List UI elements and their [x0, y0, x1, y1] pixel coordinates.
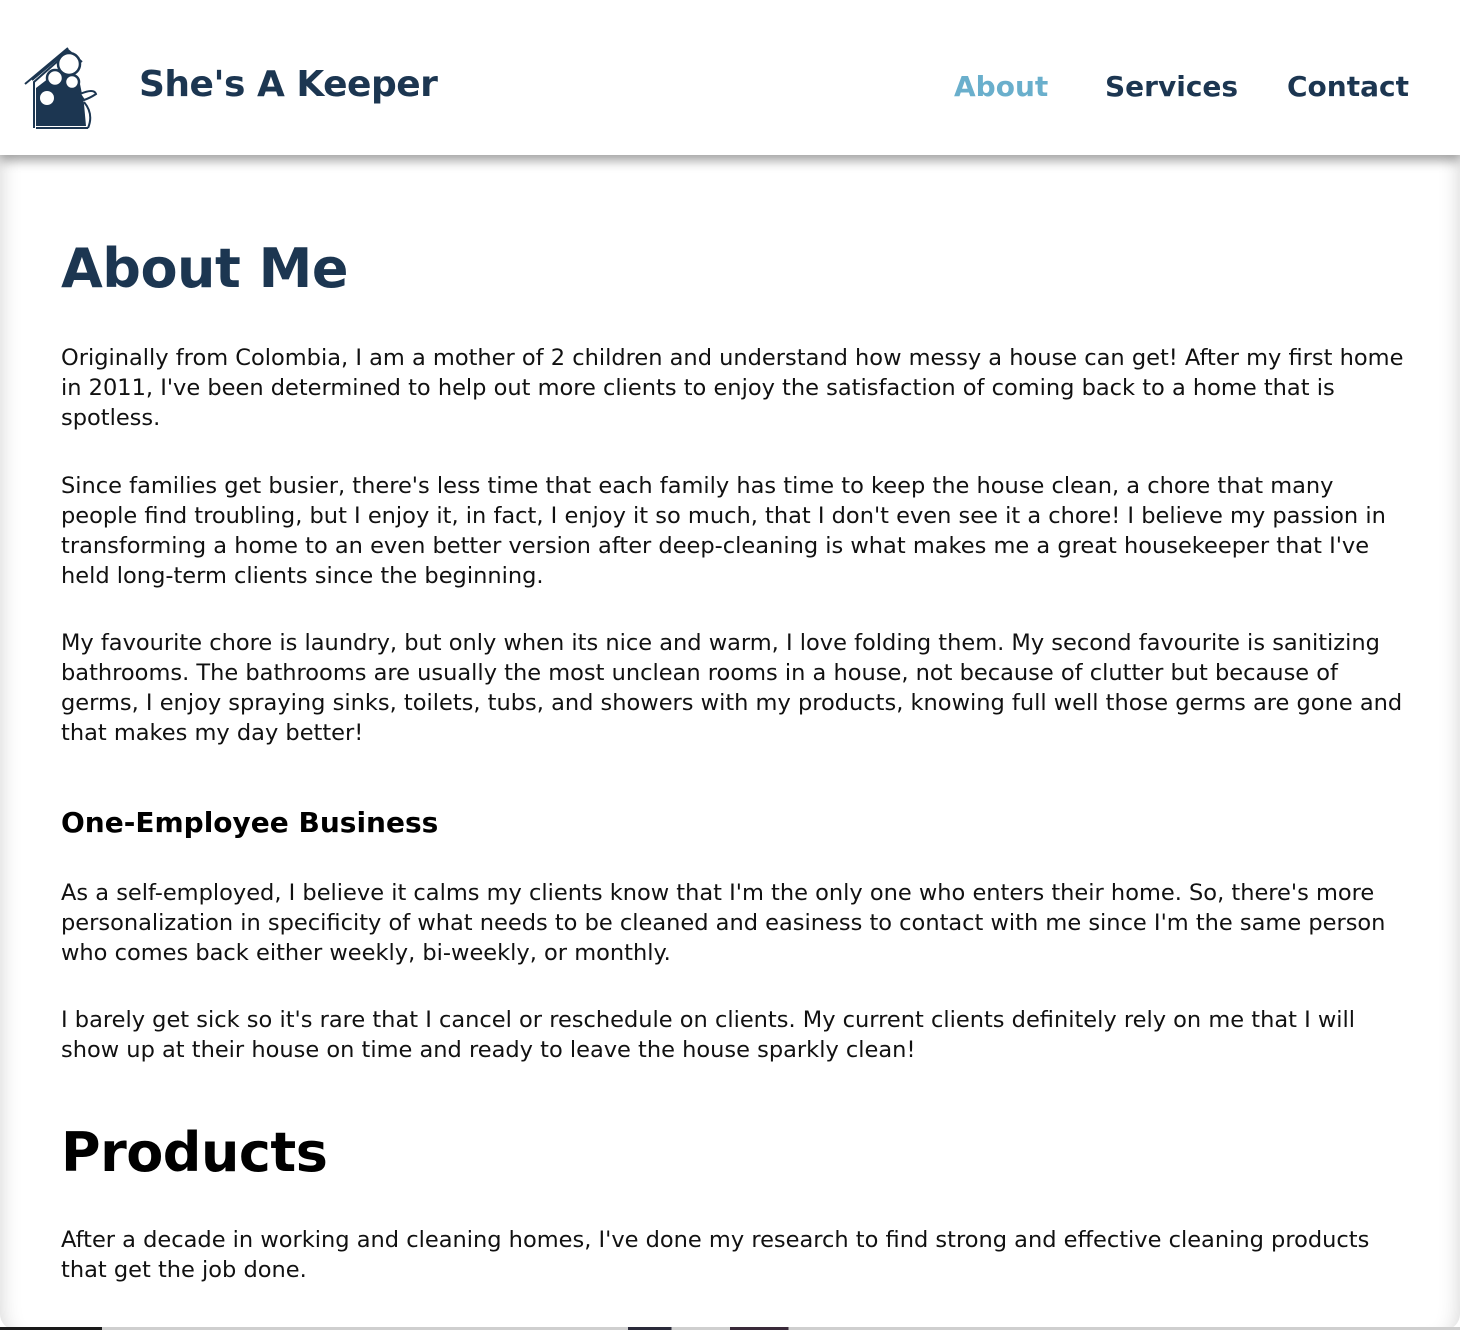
one-employee-heading: One-Employee Business: [61, 806, 439, 839]
about-paragraph-1: Originally from Colombia, I am a mother …: [61, 345, 1404, 431]
about-paragraph-2: Since families get busier, there's less …: [61, 473, 1386, 589]
house-cleaner-logo-icon[interactable]: [22, 44, 100, 130]
nav-about-link[interactable]: About: [954, 70, 1048, 103]
about-me-heading: About Me: [61, 237, 348, 300]
nav-services-link[interactable]: Services: [1105, 70, 1238, 103]
products-heading: Products: [61, 1121, 328, 1184]
site-header: She's A Keeper About Services Contact: [0, 0, 1460, 155]
business-paragraph-1: As a self-employed, I believe it calms m…: [61, 880, 1386, 966]
brand-name[interactable]: She's A Keeper: [139, 64, 438, 105]
about-paragraph-3: My favourite chore is laundry, but only …: [61, 630, 1403, 746]
business-paragraph-2: I barely get sick so it's rare that I ca…: [61, 1007, 1356, 1063]
main-content: About Me Originally from Colombia, I am …: [0, 155, 1460, 1330]
nav-contact-link[interactable]: Contact: [1287, 70, 1409, 103]
products-paragraph-1: After a decade in working and cleaning h…: [61, 1227, 1370, 1283]
